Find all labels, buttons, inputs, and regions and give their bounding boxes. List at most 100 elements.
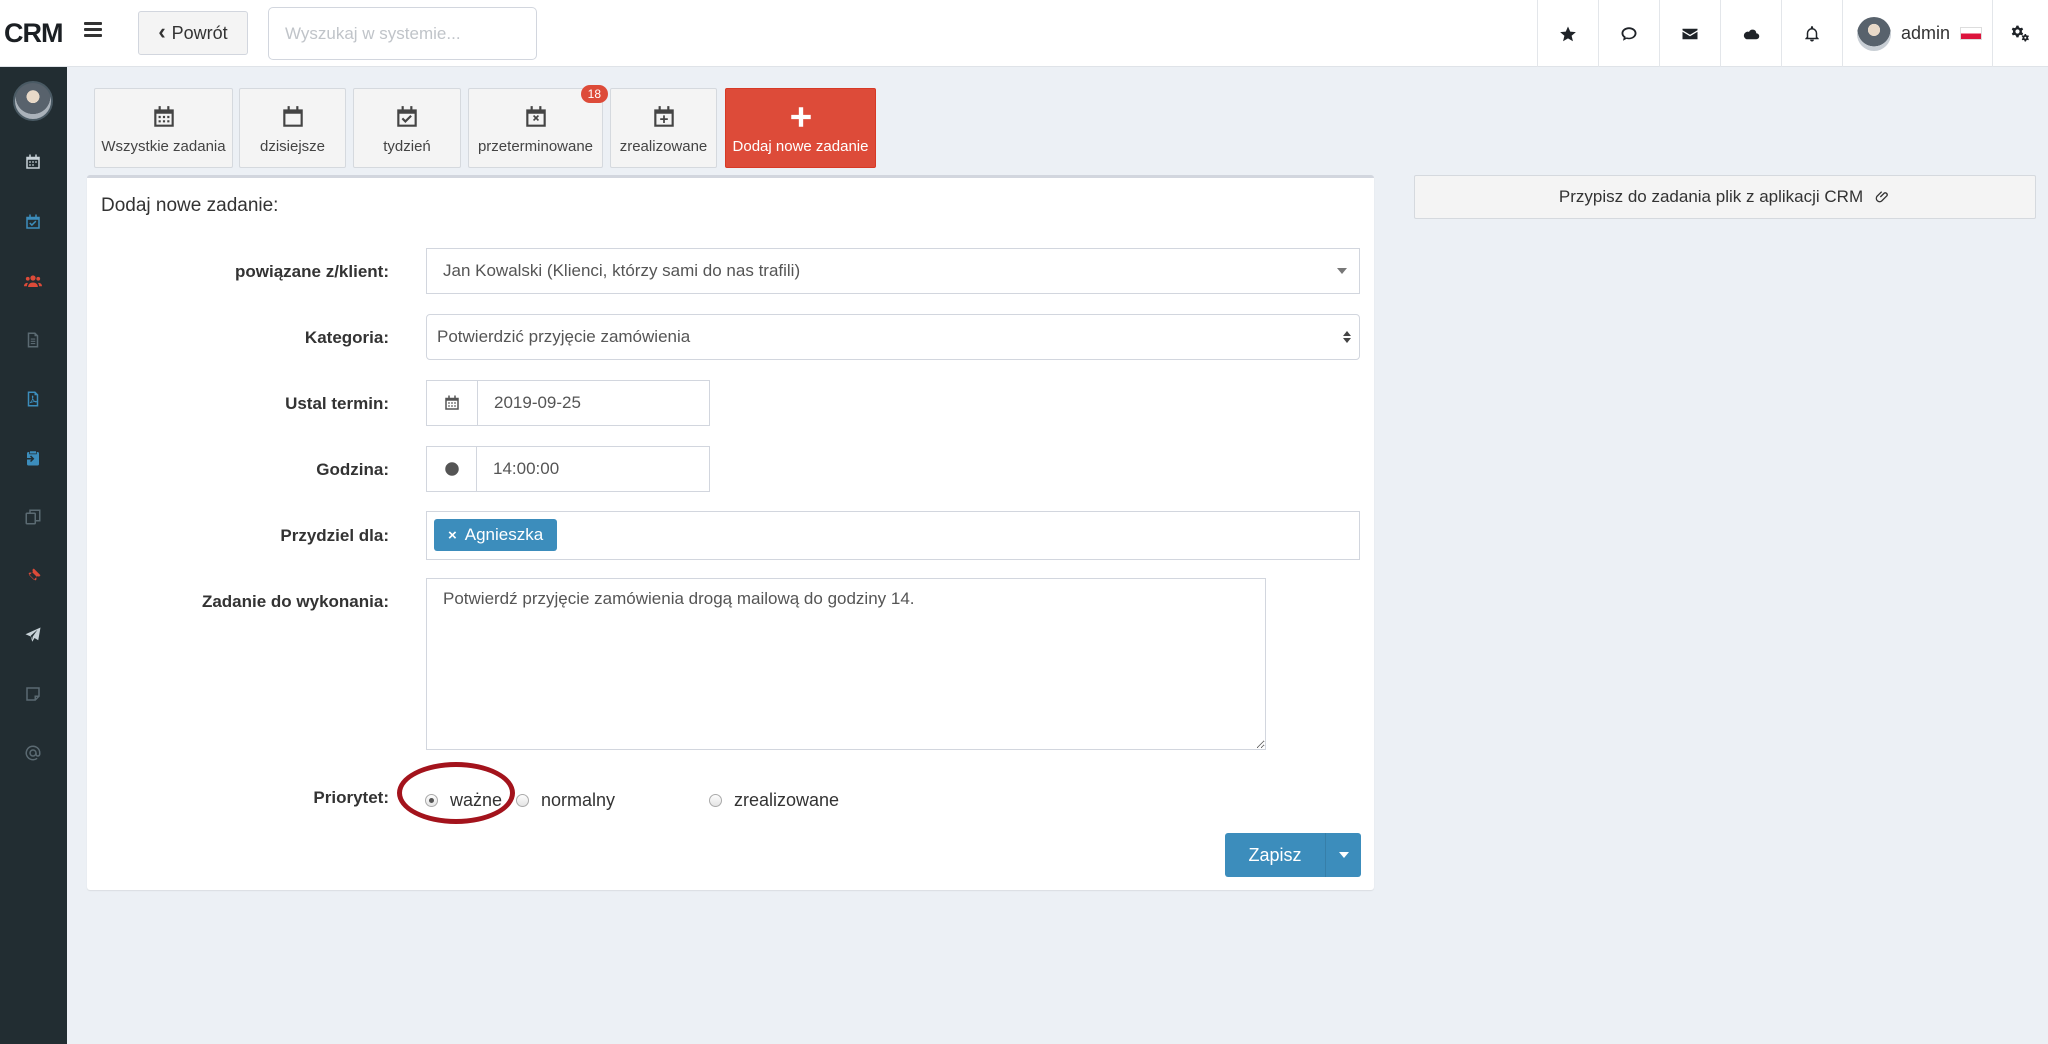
- save-button-group: Zapisz: [1225, 833, 1361, 877]
- chat-button[interactable]: [1598, 0, 1659, 67]
- time-value: 14:00:00: [493, 459, 560, 478]
- paperclip-icon: [1875, 191, 1888, 203]
- time-field[interactable]: 14:00:00: [426, 446, 710, 492]
- avatar: [1857, 16, 1891, 51]
- settings-button[interactable]: [1992, 0, 2048, 67]
- sidebar: [0, 67, 67, 1044]
- favorites-button[interactable]: [1537, 0, 1598, 67]
- app-logo[interactable]: CRM: [4, 18, 63, 49]
- clipboard-icon: [25, 451, 39, 466]
- calendar-icon: [153, 106, 174, 127]
- envelope-icon: [1682, 28, 1698, 39]
- star-icon: [1560, 26, 1576, 41]
- save-dropdown-toggle[interactable]: [1325, 833, 1361, 877]
- sidebar-item-pdf[interactable]: [22, 388, 44, 410]
- cloud-icon: [1743, 29, 1760, 39]
- date-value: 2019-09-25: [494, 393, 581, 412]
- date-addon[interactable]: [427, 381, 478, 425]
- sidebar-item-send[interactable]: [22, 624, 44, 646]
- tab-all-tasks[interactable]: Wszystkie zadania: [94, 88, 233, 168]
- sidebar-item-notes[interactable]: [22, 683, 44, 705]
- tab-week[interactable]: tydzień: [353, 88, 461, 168]
- calendar-check-icon: [26, 214, 40, 229]
- tab-label: przeterminowane: [477, 138, 594, 155]
- time-addon[interactable]: [427, 447, 477, 491]
- plus-icon: [790, 107, 811, 127]
- client-select[interactable]: Jan Kowalski (Klienci, którzy sami do na…: [426, 248, 1360, 294]
- sidebar-item-calendar[interactable]: [22, 151, 44, 173]
- category-label: Kategoria:: [304, 328, 389, 347]
- calendar-times-icon: [525, 106, 546, 127]
- attach-crm-file-button[interactable]: Przypisz do zadania plik z aplikacji CRM: [1414, 175, 2036, 219]
- task-textarea[interactable]: Potwierdź przyjęcie zamówienia drogą mai…: [426, 578, 1266, 750]
- chevron-down-icon: [1337, 268, 1347, 274]
- overdue-count-badge: 18: [580, 85, 608, 103]
- priority-option-completed[interactable]: zrealizowane: [709, 790, 839, 811]
- sidebar-item-clipboard[interactable]: [22, 447, 44, 469]
- tab-overdue[interactable]: 18 przeterminowane: [468, 85, 608, 168]
- tab-completed[interactable]: zrealizowane: [610, 88, 717, 168]
- ticket-icon: [28, 568, 41, 581]
- calendar-check-icon: [397, 106, 417, 127]
- assign-label: Przydziel dla:: [280, 526, 389, 545]
- mail-button[interactable]: [1659, 0, 1720, 67]
- sidebar-item-tickets[interactable]: [22, 565, 44, 587]
- attach-button-label: Przypisz do zadania plik z aplikacji CRM: [1558, 187, 1864, 206]
- priority-option-label: normalny: [541, 790, 616, 810]
- at-icon: [25, 745, 41, 761]
- users-icon: [24, 275, 42, 287]
- paper-plane-icon: [25, 627, 41, 642]
- remove-tag-icon[interactable]: ×: [448, 527, 457, 544]
- menu-toggle-icon[interactable]: [84, 22, 106, 42]
- sidebar-avatar[interactable]: [13, 81, 53, 121]
- calendar-plus-icon: [653, 106, 674, 127]
- form-title: Dodaj nowe zadanie:: [101, 195, 279, 216]
- calendar-icon: [26, 154, 40, 169]
- select-arrows-icon: [1343, 331, 1351, 343]
- top-navbar: CRM ‹ Powrót admin: [0, 0, 2048, 67]
- chevron-left-icon: ‹: [158, 18, 166, 44]
- back-button-label: Powrót: [171, 22, 228, 43]
- document-icon: [27, 332, 39, 348]
- cloud-button[interactable]: [1720, 0, 1781, 67]
- user-menu[interactable]: admin: [1842, 0, 1992, 67]
- category-select-value: Potwierdzić przyjęcie zamówienia: [437, 327, 691, 346]
- bell-icon: [1805, 25, 1819, 41]
- date-label: Ustal termin:: [285, 394, 389, 413]
- sidebar-item-copies[interactable]: [22, 506, 44, 528]
- copy-icon: [25, 509, 41, 525]
- assignee-tag: × Agnieszka: [434, 519, 558, 551]
- priority-option-normal[interactable]: normalny: [516, 790, 615, 811]
- sidebar-item-documents[interactable]: [22, 329, 44, 351]
- back-button[interactable]: ‹ Powrót: [138, 11, 248, 55]
- clock-icon: [444, 462, 459, 476]
- radio-icon[interactable]: [516, 794, 529, 807]
- tab-label: Dodaj nowe zadanie: [732, 138, 869, 155]
- priority-option-label: zrealizowane: [734, 790, 840, 810]
- sidebar-item-email[interactable]: [22, 742, 44, 764]
- date-field[interactable]: 2019-09-25: [426, 380, 710, 426]
- radio-icon[interactable]: [709, 794, 722, 807]
- save-button[interactable]: Zapisz: [1225, 833, 1325, 877]
- category-select[interactable]: Potwierdzić przyjęcie zamówienia: [426, 314, 1360, 360]
- assign-multiselect[interactable]: × Agnieszka: [426, 511, 1360, 560]
- client-select-value: Jan Kowalski (Klienci, którzy sami do na…: [443, 261, 801, 280]
- top-icons-bar: admin: [1537, 0, 2048, 67]
- client-label: powiązane z/klient:: [235, 262, 389, 281]
- gears-icon: [2011, 25, 2029, 41]
- add-task-button[interactable]: Dodaj nowe zadanie: [725, 88, 876, 168]
- tab-label: Wszystkie zadania: [101, 138, 226, 155]
- sidebar-item-clients[interactable]: [22, 270, 44, 292]
- caret-down-icon: [1338, 852, 1349, 858]
- time-label: Godzina:: [316, 460, 389, 479]
- file-pdf-icon: [27, 391, 39, 407]
- sidebar-item-tasks[interactable]: [22, 211, 44, 233]
- note-icon: [26, 687, 40, 701]
- tab-today[interactable]: dzisiejsze: [239, 88, 346, 168]
- poland-flag-icon: [1960, 27, 1983, 40]
- priority-label: Priorytet:: [313, 788, 389, 807]
- notifications-button[interactable]: [1781, 0, 1842, 67]
- search-input[interactable]: [268, 7, 537, 60]
- calendar-icon: [445, 395, 459, 410]
- tab-label: zrealizowane: [619, 138, 708, 155]
